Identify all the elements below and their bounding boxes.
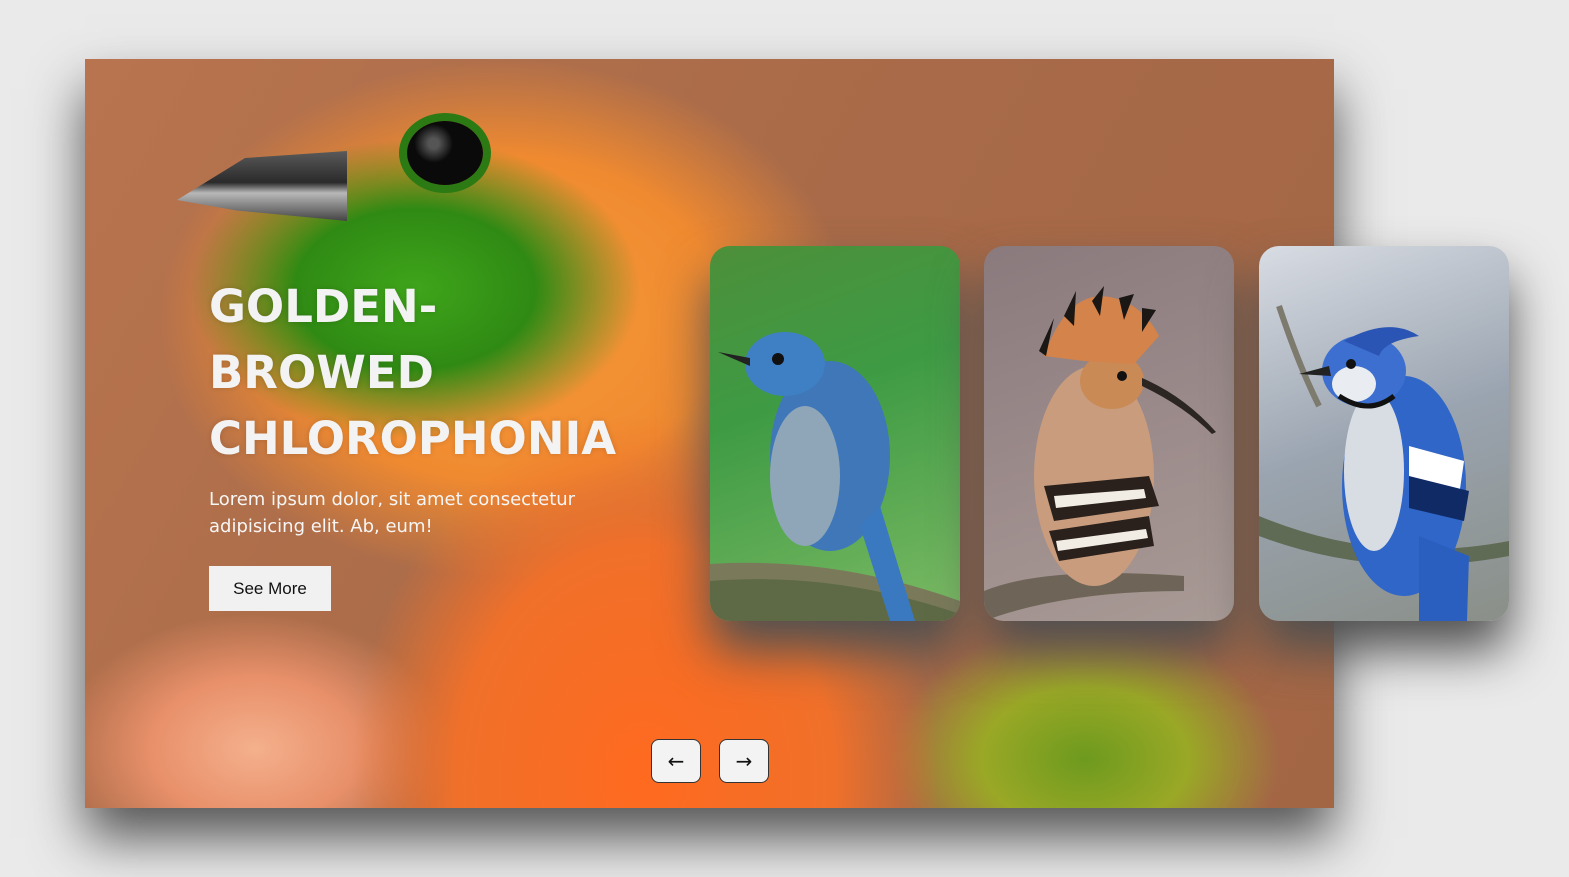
bird-eye-shape — [407, 121, 483, 185]
arrow-left-icon: ← — [667, 749, 685, 773]
next-button[interactable]: → — [719, 739, 769, 783]
hoopoe-image — [984, 286, 1216, 621]
blue-jay-image — [1259, 305, 1509, 621]
prev-button[interactable]: ← — [651, 739, 701, 783]
bird-card-3[interactable] — [1259, 246, 1509, 621]
bird-card-1[interactable] — [710, 246, 960, 621]
bird-card-2[interactable] — [984, 246, 1234, 621]
bird-beak-shape — [177, 151, 347, 221]
see-more-button[interactable]: See More — [209, 566, 331, 611]
hero-title: GOLDEN-BROWED CHLOROPHONIA — [209, 280, 617, 465]
blue-flycatcher-image — [710, 332, 960, 621]
slider: GOLDEN-BROWED CHLOROPHONIA Lorem ipsum d… — [85, 59, 1509, 808]
hero-description: Lorem ipsum dolor, sit amet consectetur … — [209, 489, 576, 537]
hero-content: GOLDEN-BROWED CHLOROPHONIA Lorem ipsum d… — [209, 274, 669, 611]
arrow-right-icon: → — [735, 749, 753, 773]
